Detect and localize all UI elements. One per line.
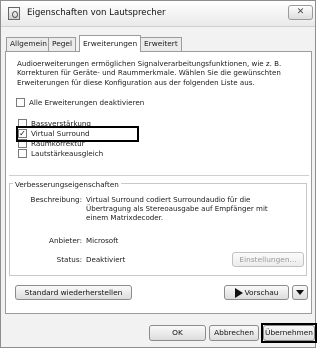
- status-value: Deaktiviert: [86, 255, 126, 264]
- disable-all-label: Alle Erweiterungen deaktivieren: [29, 98, 145, 107]
- window-title: Eigenschaften von Lautsprecher: [27, 8, 166, 18]
- properties-group-label: Verbesserungseigenschaften: [13, 180, 121, 189]
- ok-button[interactable]: OK: [149, 325, 206, 341]
- tab-erweitert[interactable]: Erweitert: [140, 37, 182, 51]
- speaker-icon: [8, 7, 20, 20]
- close-button[interactable]: ✕: [288, 5, 313, 20]
- provider-key: Anbieter:: [49, 236, 82, 245]
- tab-erweiterungen[interactable]: Erweiterungen: [79, 35, 142, 52]
- preview-label: Vorschau: [244, 288, 279, 297]
- preview-dropdown-button[interactable]: [292, 285, 308, 300]
- title-bar[interactable]: Eigenschaften von Lautsprecher ✕: [1, 1, 315, 27]
- cancel-button[interactable]: Abbrechen: [209, 325, 259, 341]
- play-icon: [234, 288, 243, 298]
- enhancements-description: Audioerweiterungen ermöglichen Signalver…: [17, 59, 282, 87]
- disable-all-checkbox[interactable]: [16, 98, 25, 107]
- enhancement-checkbox-loudness[interactable]: [18, 149, 27, 158]
- enhancements-panel: Audioerweiterungen ermöglichen Signalver…: [5, 51, 312, 314]
- enhancement-label-loudness: Lautstärkeausgleich: [31, 149, 104, 158]
- tab-allgemein[interactable]: Allgemein: [6, 37, 51, 51]
- settings-button[interactable]: Einstellungen...: [232, 252, 304, 267]
- description-value: Virtual Surround codiert Surroundaudio f…: [86, 195, 268, 223]
- description-key: Beschreibung:: [30, 195, 82, 204]
- preview-button[interactable]: Vorschau: [224, 285, 289, 300]
- list-divider: [9, 175, 309, 176]
- provider-value: Microsoft: [86, 236, 119, 245]
- status-key: Status:: [56, 255, 82, 264]
- properties-dialog: Eigenschaften von Lautsprecher ✕ Allgeme…: [0, 0, 317, 348]
- restore-defaults-button[interactable]: Standard wiederherstellen: [15, 285, 132, 300]
- tab-pegel[interactable]: Pegel: [48, 37, 77, 51]
- virtual-surround-highlight: [16, 126, 139, 142]
- apply-highlight: [261, 323, 317, 343]
- chevron-down-icon: [296, 289, 304, 295]
